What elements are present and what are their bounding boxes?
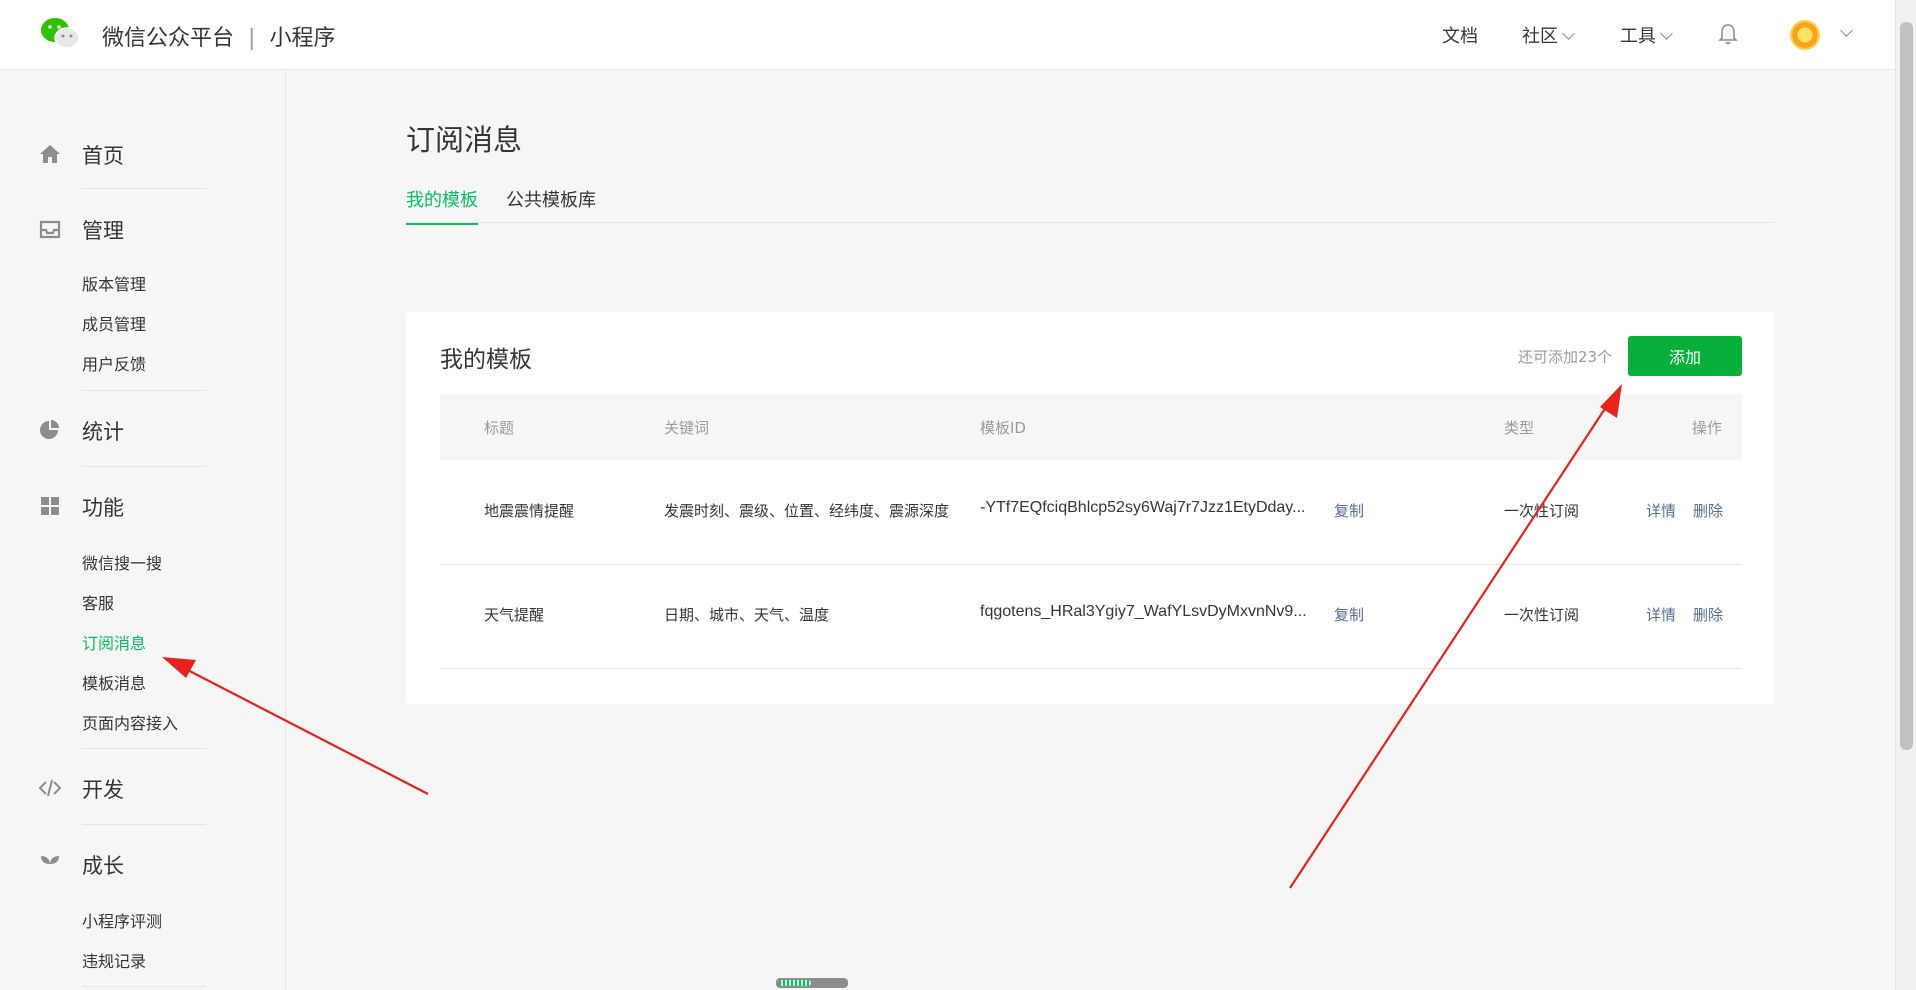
- platform-name: 微信公众平台: [102, 26, 235, 51]
- column-header-template-id: 模板ID: [980, 419, 1026, 437]
- nav-docs[interactable]: 文档: [1442, 22, 1478, 48]
- chevron-down-icon: [1660, 27, 1673, 40]
- sidebar-item-member-manage[interactable]: 成员管理: [82, 311, 146, 335]
- tab-public-template-library[interactable]: 公共模板库: [506, 186, 596, 212]
- avatar-chevron-down-icon[interactable]: [1840, 24, 1853, 37]
- sidebar-item-label: 成长: [82, 854, 124, 878]
- chevron-down-icon: [1562, 27, 1575, 40]
- loading-progress: [779, 980, 811, 986]
- home-icon: [40, 145, 60, 163]
- tab-bar: 我的模板 公共模板库: [406, 186, 1774, 225]
- sidebar-item-customer-service[interactable]: 客服: [82, 590, 114, 614]
- detail-link[interactable]: 详情: [1646, 500, 1676, 521]
- nav-community-label: 社区: [1522, 26, 1558, 47]
- row-template-id: fqgotens_HRal3Ygiy7_WafYLsvDyMxvnNv9...: [980, 603, 1307, 620]
- sidebar-item-label: 开发: [82, 778, 124, 802]
- row-title: 地震震情提醒: [484, 502, 575, 520]
- row-template-id: -YTf7EQfciqBhlcp52sy6Waj7r7Jzz1EtyDday..…: [980, 499, 1306, 516]
- sidebar-item-wechat-search[interactable]: 微信搜一搜: [82, 550, 162, 574]
- sidebar-item-label: 统计: [82, 420, 124, 444]
- vertical-scrollbar[interactable]: [1895, 0, 1916, 990]
- copy-link[interactable]: 复制: [1334, 500, 1364, 521]
- table-row: 地震震情提醒 发震时刻、震级、位置、经纬度、震源深度 -YTf7EQfciqBh…: [440, 460, 1742, 565]
- sidebar-divider: [82, 188, 206, 189]
- my-templates-card: 我的模板 还可添加23个 添加 标题 关键词 模板ID 类型 操作 地震震情提醒…: [406, 312, 1774, 704]
- sidebar-item-page-content[interactable]: 页面内容接入: [82, 710, 178, 734]
- tab-my-templates[interactable]: 我的模板: [406, 186, 478, 225]
- sidebar-item-version-manage[interactable]: 版本管理: [82, 271, 146, 295]
- sidebar-item-violation-record[interactable]: 违规记录: [82, 948, 146, 972]
- sidebar-divider: [82, 748, 206, 749]
- pie-chart-icon: [40, 420, 59, 439]
- remaining-count: 还可添加23个: [1518, 348, 1613, 366]
- sidebar-item-template-message[interactable]: 模板消息: [82, 670, 146, 694]
- nav-community[interactable]: 社区: [1522, 22, 1575, 48]
- brand-separator: |: [248, 26, 256, 51]
- product-name: 小程序: [269, 26, 336, 51]
- detail-link[interactable]: 详情: [1646, 604, 1676, 625]
- row-keywords: 日期、城市、天气、温度: [664, 606, 830, 624]
- nav-tools-label: 工具: [1620, 26, 1656, 47]
- inbox-icon: [39, 220, 61, 239]
- table-header: 标题 关键词 模板ID 类型 操作: [440, 394, 1742, 460]
- sidebar-item-user-feedback[interactable]: 用户反馈: [82, 351, 146, 375]
- sidebar-divider: [82, 986, 206, 987]
- sidebar-divider: [82, 466, 206, 467]
- row-type: 一次性订阅: [1504, 606, 1580, 624]
- wechat-logo-icon[interactable]: [40, 16, 82, 50]
- column-header-type: 类型: [1504, 419, 1535, 437]
- sprout-icon: [41, 856, 59, 874]
- nav-tools[interactable]: 工具: [1620, 22, 1673, 48]
- row-title: 天气提醒: [484, 606, 545, 624]
- avatar[interactable]: [1790, 20, 1820, 50]
- sidebar-item-label: 管理: [82, 219, 124, 243]
- column-header-keywords: 关键词: [664, 419, 710, 437]
- column-header-title: 标题: [484, 419, 515, 437]
- row-keywords: 发震时刻、震级、位置、经纬度、震源深度: [664, 502, 950, 520]
- sidebar-item-evaluation[interactable]: 小程序评测: [82, 908, 162, 932]
- grid-icon: [41, 497, 59, 515]
- code-icon: [38, 779, 62, 797]
- add-template-button[interactable]: 添加: [1628, 336, 1742, 376]
- column-header-actions: 操作: [1692, 419, 1723, 437]
- table-row: 天气提醒 日期、城市、天气、温度 fqgotens_HRal3Ygiy7_Waf…: [440, 564, 1742, 669]
- platform-brand[interactable]: 微信公众平台 | 小程序: [102, 20, 335, 52]
- page-title: 订阅消息: [406, 123, 523, 157]
- sidebar: 首页 管理 版本管理 成员管理 用户反馈 统计 功能 微信搜一搜 客服 订阅消息…: [0, 70, 286, 990]
- sidebar-divider: [82, 824, 206, 825]
- loading-indicator: [776, 978, 848, 988]
- top-bar: 微信公众平台 | 小程序 文档 社区 工具: [0, 0, 1896, 70]
- sidebar-item-label: 功能: [82, 496, 124, 520]
- sidebar-item-label: 首页: [82, 144, 124, 168]
- card-title: 我的模板: [440, 347, 532, 373]
- sidebar-item-subscription-message[interactable]: 订阅消息: [82, 630, 146, 654]
- bell-icon[interactable]: [1717, 22, 1739, 46]
- row-type: 一次性订阅: [1504, 502, 1580, 520]
- scrollbar-thumb[interactable]: [1900, 22, 1913, 750]
- copy-link[interactable]: 复制: [1334, 604, 1364, 625]
- delete-link[interactable]: 删除: [1693, 500, 1723, 521]
- sidebar-divider: [82, 390, 206, 391]
- delete-link[interactable]: 删除: [1693, 604, 1723, 625]
